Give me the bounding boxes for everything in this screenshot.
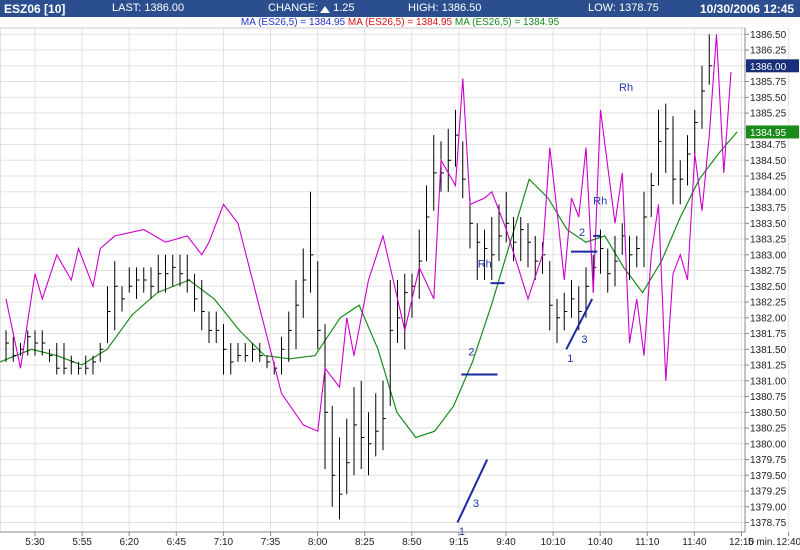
annotation-label: 2 bbox=[579, 227, 585, 239]
annotation-label: Rh bbox=[619, 82, 633, 94]
y-tick-label: 1385.25 bbox=[750, 109, 787, 120]
x-tick-label: 6:20 bbox=[119, 537, 139, 548]
y-tick-label: 1384.25 bbox=[750, 172, 787, 183]
x-tick-label: 8:25 bbox=[355, 537, 375, 548]
y-tick-label: 1382.75 bbox=[750, 266, 787, 277]
y-tick-label: 1385.50 bbox=[750, 93, 787, 104]
last-price-tag-text: 1386.00 bbox=[750, 62, 787, 73]
y-tick-label: 1379.25 bbox=[750, 487, 787, 498]
y-tick-label: 1383.50 bbox=[750, 219, 787, 230]
grid bbox=[0, 27, 790, 533]
y-tick-label: 1380.00 bbox=[750, 439, 787, 450]
y-tick-label: 1383.75 bbox=[750, 203, 787, 214]
y-tick-label: 1383.00 bbox=[750, 250, 787, 261]
ma-price-tag: 1384.95 bbox=[746, 125, 799, 139]
y-tick-label: 1379.00 bbox=[750, 502, 787, 513]
annotation-label: 3 bbox=[581, 334, 587, 346]
y-tick-label: 1382.00 bbox=[750, 313, 787, 324]
x-tick-label: 10:10 bbox=[541, 537, 566, 548]
y-tick-label: 1380.25 bbox=[750, 424, 787, 435]
x-tick-label: 12:40 bbox=[776, 537, 800, 548]
ma-price-tag-text: 1384.95 bbox=[750, 128, 787, 139]
x-tick-label: 11:40 bbox=[682, 537, 707, 548]
y-tick-label: 1384.75 bbox=[750, 140, 787, 151]
y-tick-label: 1381.25 bbox=[750, 361, 787, 372]
last-price-tag: 1386.00 bbox=[746, 59, 799, 73]
x-tick-label: 8:50 bbox=[402, 537, 422, 548]
y-tick-label: 1381.50 bbox=[750, 345, 787, 356]
x-tick-label: 5:55 bbox=[72, 537, 92, 548]
x-tick-label: 9:40 bbox=[496, 537, 516, 548]
y-tick-label: 1383.25 bbox=[750, 235, 787, 246]
y-tick-label: 1382.50 bbox=[750, 282, 787, 293]
y-tick-label: 1386.25 bbox=[750, 46, 787, 57]
y-tick-label: 1386.50 bbox=[750, 30, 787, 41]
y-tick-label: 1380.75 bbox=[750, 392, 787, 403]
y-tick-label: 1384.50 bbox=[750, 156, 787, 167]
x-tick-label: 6:45 bbox=[167, 537, 187, 548]
y-tick-label: 1385.75 bbox=[750, 77, 787, 88]
annotation-label: 3 bbox=[473, 498, 479, 510]
y-tick-label: 1381.00 bbox=[750, 376, 787, 387]
x-tick-label: 8:00 bbox=[308, 537, 328, 548]
interval-label: 5 min. bbox=[748, 537, 775, 548]
annotation-label: 1 bbox=[567, 353, 573, 365]
y-tick-label: 1384.00 bbox=[750, 187, 787, 198]
x-tick-label: 11:10 bbox=[635, 537, 660, 548]
x-tick-label: 7:10 bbox=[214, 537, 234, 548]
y-tick-label: 1382.25 bbox=[750, 298, 787, 309]
y-tick-label: 1379.50 bbox=[750, 471, 787, 482]
x-tick-label: 10:40 bbox=[588, 537, 613, 548]
annotation-label: Rh bbox=[593, 195, 607, 207]
annotation-label: Rh bbox=[478, 258, 492, 270]
annotation-label: 2 bbox=[468, 347, 474, 359]
x-tick-label: 9:15 bbox=[449, 537, 469, 548]
y-tick-label: 1379.75 bbox=[750, 455, 787, 466]
y-tick-label: 1380.50 bbox=[750, 408, 787, 419]
price-chart[interactable]: Rh213RhRh213 1378.751379.001379.251379.5… bbox=[0, 0, 800, 550]
y-tick-label: 1378.75 bbox=[750, 518, 787, 529]
y-tick-label: 1381.75 bbox=[750, 329, 787, 340]
x-tick-label: 7:35 bbox=[261, 537, 281, 548]
x-tick-label: 5:30 bbox=[25, 537, 45, 548]
